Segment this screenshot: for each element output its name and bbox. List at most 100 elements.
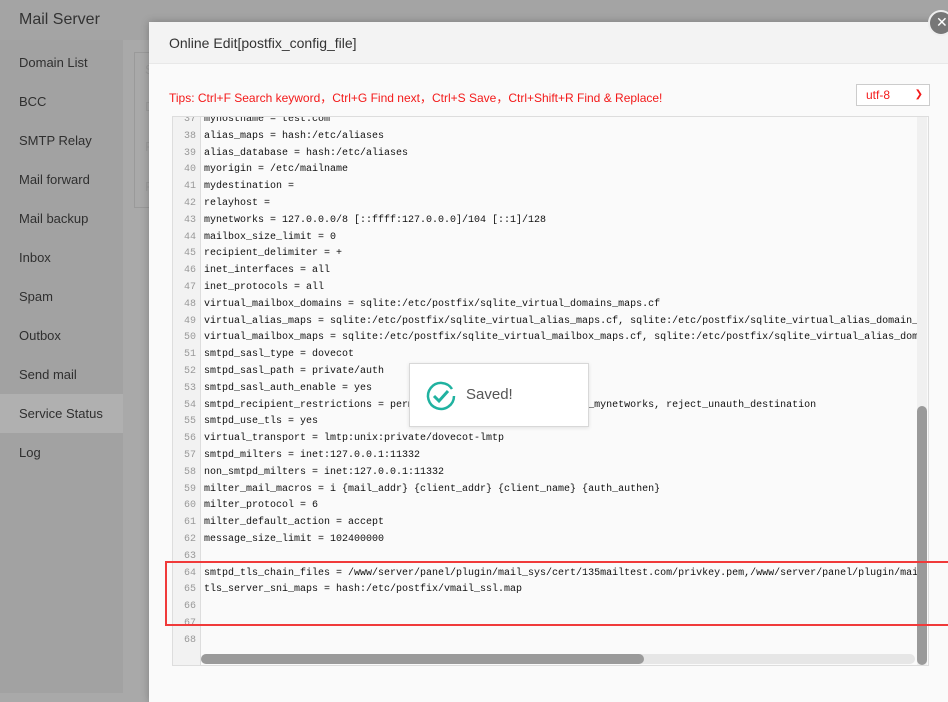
code-line[interactable]: 58 non_smtpd_milters = inet:127.0.0.1:113… xyxy=(173,465,928,482)
line-text[interactable]: milter_protocol = 6 xyxy=(199,498,318,515)
code-line[interactable]: 45 recipient_delimiter = + xyxy=(173,246,928,263)
line-text[interactable]: non_smtpd_milters = inet:127.0.0.1:11332 xyxy=(199,465,444,482)
line-text[interactable]: relayhost = xyxy=(199,196,270,213)
line-text[interactable]: inet_interfaces = all xyxy=(199,263,330,280)
line-text[interactable]: mailbox_size_limit = 0 xyxy=(199,230,336,247)
sidebar-item-inbox[interactable]: Inbox xyxy=(0,238,123,277)
dialog-title: Online Edit[postfix_config_file] xyxy=(149,22,948,64)
code-line[interactable]: 59 milter_mail_macros = i {mail_addr} {cl… xyxy=(173,482,928,499)
line-number: 57 xyxy=(183,449,196,461)
line-text[interactable]: mynetworks = 127.0.0.0/8 [::ffff:127.0.0… xyxy=(199,213,546,230)
app-title: Mail Server xyxy=(19,11,100,28)
code-line[interactable]: 60 milter_protocol = 6 xyxy=(173,498,928,515)
line-text[interactable]: recipient_delimiter = + xyxy=(199,246,342,263)
line-text[interactable]: myhostname = test.com xyxy=(199,117,330,129)
sidebar-item-log[interactable]: Log xyxy=(0,433,123,472)
line-text[interactable]: smtpd_sasl_type = dovecot xyxy=(199,347,354,364)
line-number: 44 xyxy=(183,231,196,243)
sidebar: Domain List BCC SMTP Relay Mail forward Mail… xyxy=(0,40,123,693)
code-line[interactable]: 46 inet_interfaces = all xyxy=(173,263,928,280)
sidebar-item-spam[interactable]: Spam xyxy=(0,277,123,316)
line-number: 60 xyxy=(183,500,196,512)
line-text[interactable]: myorigin = /etc/mailname xyxy=(199,162,348,179)
line-number: 39 xyxy=(183,147,196,159)
sidebar-item-send-mail[interactable]: Send mail xyxy=(0,355,123,394)
line-text[interactable]: virtual_alias_maps = sqlite:/etc/postfix… xyxy=(199,314,918,331)
encoding-select[interactable]: utf-8 ❯ xyxy=(856,84,930,106)
line-text[interactable]: smtpd_sasl_path = private/auth xyxy=(199,364,384,381)
code-line[interactable]: 44 mailbox_size_limit = 0 xyxy=(173,230,928,247)
encoding-value: utf-8 xyxy=(866,88,891,102)
code-line[interactable]: 51 smtpd_sasl_type = dovecot xyxy=(173,347,928,364)
code-line[interactable]: 41 mydestination = xyxy=(173,179,928,196)
toast-message: Saved! xyxy=(466,386,513,403)
vertical-scroll-thumb[interactable] xyxy=(917,406,927,665)
code-line[interactable]: 48 virtual_mailbox_domains = sqlite:/etc/… xyxy=(173,297,928,314)
line-text[interactable]: virtual_transport = lmtp:unix:private/do… xyxy=(199,431,504,448)
close-icon[interactable]: ✕ xyxy=(928,10,948,36)
line-number: 58 xyxy=(183,466,196,478)
code-line[interactable]: 39 alias_database = hash:/etc/aliases xyxy=(173,146,928,163)
code-line[interactable]: 47 inet_protocols = all xyxy=(173,280,928,297)
line-number: 42 xyxy=(183,197,196,209)
sidebar-item-service-status[interactable]: Service Status xyxy=(0,394,123,433)
sidebar-item-smtp-relay[interactable]: SMTP Relay xyxy=(0,121,123,160)
line-text[interactable] xyxy=(199,633,204,650)
line-number: 51 xyxy=(183,349,196,361)
line-number: 59 xyxy=(183,483,196,495)
sidebar-item-mail-backup[interactable]: Mail backup xyxy=(0,199,123,238)
highlight-box xyxy=(165,561,948,626)
line-number: 41 xyxy=(183,181,196,193)
line-text[interactable]: smtpd_use_tls = yes xyxy=(199,414,318,431)
code-line[interactable]: 68 xyxy=(173,633,928,650)
code-line[interactable]: 49 virtual_alias_maps = sqlite:/etc/postf… xyxy=(173,314,928,331)
line-number: 49 xyxy=(183,315,196,327)
line-number: 46 xyxy=(183,265,196,277)
line-number: 45 xyxy=(183,248,196,260)
code-line[interactable]: 62 message_size_limit = 102400000 xyxy=(173,532,928,549)
sidebar-item-bcc[interactable]: BCC xyxy=(0,82,123,121)
sidebar-item-outbox[interactable]: Outbox xyxy=(0,316,123,355)
code-line[interactable]: 37 myhostname = test.com xyxy=(173,116,928,129)
line-number: 38 xyxy=(183,130,196,142)
line-text[interactable]: milter_mail_macros = i {mail_addr} {clie… xyxy=(199,482,660,499)
code-line[interactable]: 42 relayhost = xyxy=(173,196,928,213)
code-line[interactable]: 43 mynetworks = 127.0.0.0/8 [::ffff:127.0… xyxy=(173,213,928,230)
line-text[interactable]: virtual_mailbox_maps = sqlite:/etc/postf… xyxy=(199,330,918,347)
code-line[interactable]: 61 milter_default_action = accept xyxy=(173,515,928,532)
code-line[interactable]: 50 virtual_mailbox_maps = sqlite:/etc/pos… xyxy=(173,330,928,347)
line-text[interactable]: mydestination = xyxy=(199,179,294,196)
line-text[interactable]: smtpd_sasl_auth_enable = yes xyxy=(199,381,372,398)
code-line[interactable]: 56 virtual_transport = lmtp:unix:private/… xyxy=(173,431,928,448)
editor-tips: Tips: Ctrl+F Search keyword，Ctrl+G Find … xyxy=(169,91,663,105)
line-number: 50 xyxy=(183,332,196,344)
code-line[interactable]: 57 smtpd_milters = inet:127.0.0.1:11332 xyxy=(173,448,928,465)
code-line[interactable]: 40 myorigin = /etc/mailname xyxy=(173,162,928,179)
line-number: 54 xyxy=(183,399,196,411)
check-circle-icon xyxy=(426,381,456,411)
line-number: 48 xyxy=(183,298,196,310)
line-text[interactable]: alias_database = hash:/etc/aliases xyxy=(199,146,408,163)
line-text[interactable]: smtpd_milters = inet:127.0.0.1:11332 xyxy=(199,448,420,465)
line-number: 43 xyxy=(183,214,196,226)
line-number: 55 xyxy=(183,416,196,428)
horizontal-scroll-thumb[interactable] xyxy=(201,654,644,664)
line-number: 68 xyxy=(183,634,196,646)
saved-toast: Saved! xyxy=(409,363,589,427)
line-text[interactable]: message_size_limit = 102400000 xyxy=(199,532,384,549)
code-line[interactable]: 38 alias_maps = hash:/etc/aliases xyxy=(173,129,928,146)
sidebar-item-mail-forward[interactable]: Mail forward xyxy=(0,160,123,199)
line-number: 47 xyxy=(183,281,196,293)
chevron-down-icon: ❯ xyxy=(914,89,923,100)
line-number: 37 xyxy=(183,116,196,125)
line-number: 56 xyxy=(183,433,196,445)
horizontal-scrollbar[interactable] xyxy=(201,654,915,664)
sidebar-item-domain-list[interactable]: Domain List xyxy=(0,43,123,82)
line-text[interactable]: inet_protocols = all xyxy=(199,280,324,297)
line-text[interactable]: alias_maps = hash:/etc/aliases xyxy=(199,129,384,146)
line-number: 52 xyxy=(183,365,196,377)
line-text[interactable]: milter_default_action = accept xyxy=(199,515,384,532)
line-number: 40 xyxy=(183,164,196,176)
line-number: 53 xyxy=(183,382,196,394)
line-text[interactable]: virtual_mailbox_domains = sqlite:/etc/po… xyxy=(199,297,660,314)
